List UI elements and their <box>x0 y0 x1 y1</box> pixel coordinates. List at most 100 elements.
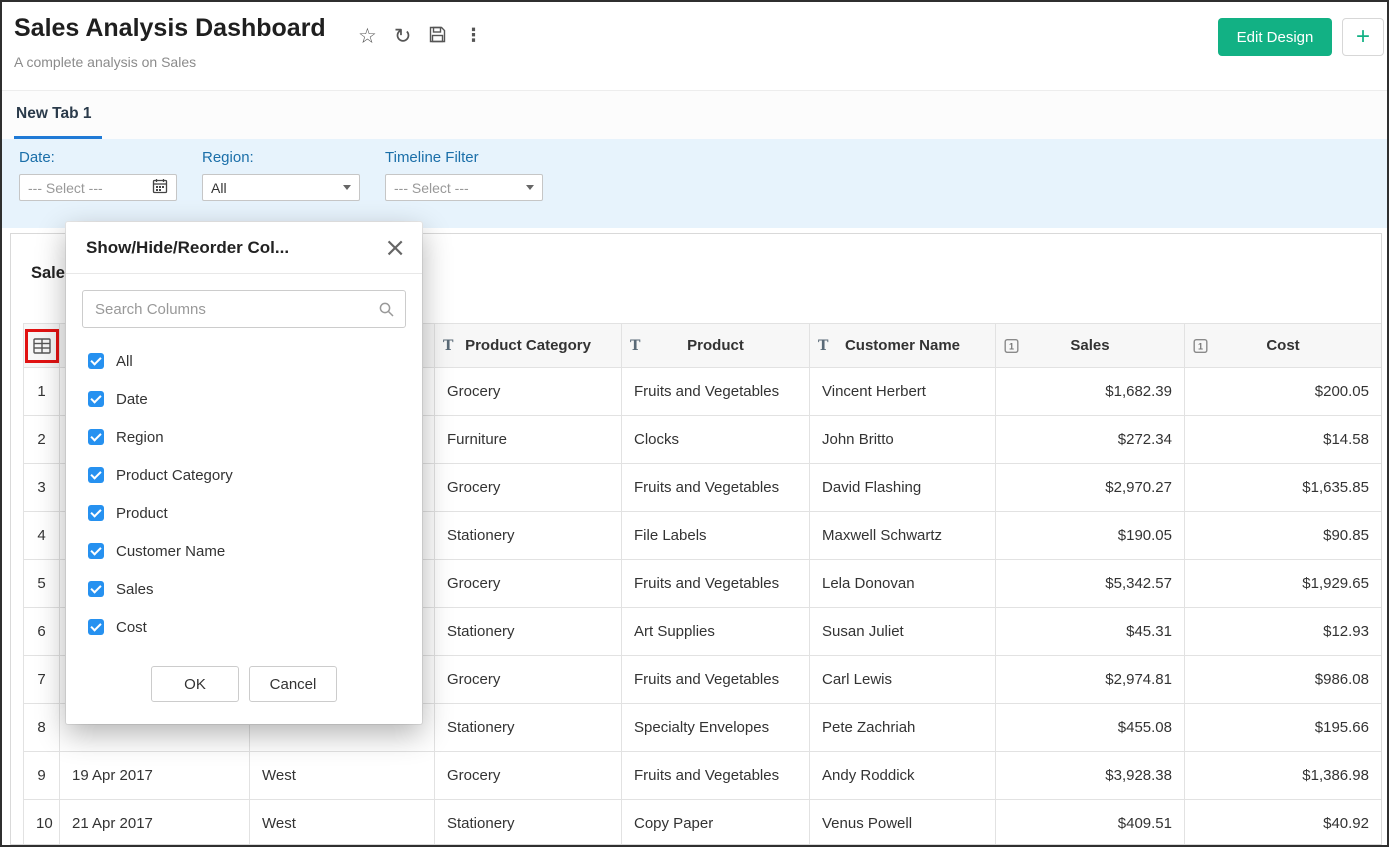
cancel-button[interactable]: Cancel <box>249 666 337 702</box>
sales-cell: $5,342.57 <box>996 560 1185 608</box>
column-chooser-icon[interactable] <box>32 336 52 356</box>
sales-cell: $2,970.27 <box>996 464 1185 512</box>
checkbox-checked-icon[interactable] <box>88 391 104 407</box>
checkbox-checked-icon[interactable] <box>88 429 104 445</box>
row-number-header <box>24 324 60 368</box>
column-option[interactable]: Sales <box>82 570 406 608</box>
customer-name-cell: Carl Lewis <box>810 656 996 704</box>
column-option-label: Product Category <box>116 467 233 484</box>
text-type-icon: T <box>818 338 828 354</box>
product-cell: Fruits and Vegetables <box>622 464 810 512</box>
column-header-cost[interactable]: 1 Cost <box>1185 324 1382 368</box>
cost-cell: $12.93 <box>1185 608 1382 656</box>
cost-cell: $200.05 <box>1185 368 1382 416</box>
date-filter-label: Date: <box>19 149 177 166</box>
sales-cell: $1,682.39 <box>996 368 1185 416</box>
product-category-cell: Grocery <box>435 656 622 704</box>
sales-cell: $409.51 <box>996 800 1185 846</box>
calendar-icon[interactable] <box>152 178 168 197</box>
row-number-cell: 8 <box>24 704 60 752</box>
row-number-cell: 6 <box>24 608 60 656</box>
region-filter-select[interactable]: All <box>202 174 360 201</box>
dialog-header: Show/Hide/Reorder Col... × <box>66 222 422 274</box>
close-icon[interactable]: × <box>384 235 406 261</box>
number-type-icon: 1 <box>1193 338 1208 353</box>
column-header-customer-name[interactable]: T Customer Name <box>810 324 996 368</box>
column-header-sales[interactable]: 1 Sales <box>996 324 1185 368</box>
column-option[interactable]: Product Category <box>82 456 406 494</box>
product-category-cell: Stationery <box>435 800 622 846</box>
checkbox-checked-icon[interactable] <box>88 543 104 559</box>
table-row[interactable]: 10 21 Apr 2017 West Stationery Copy Pape… <box>24 800 1382 846</box>
customer-name-cell: Andy Roddick <box>810 752 996 800</box>
star-icon[interactable]: ☆ <box>358 26 377 47</box>
customer-name-cell: Pete Zachriah <box>810 704 996 752</box>
checkbox-checked-icon[interactable] <box>88 353 104 369</box>
column-option[interactable]: Product <box>82 494 406 532</box>
column-header-product[interactable]: T Product <box>622 324 810 368</box>
header-toolbar: ☆ ↻ ⋮ <box>358 20 482 52</box>
customer-name-cell: Maxwell Schwartz <box>810 512 996 560</box>
timeline-filter-group: Timeline Filter --- Select --- <box>385 149 543 201</box>
region-filter-group: Region: All <box>202 149 360 201</box>
svg-text:1: 1 <box>1009 341 1014 351</box>
search-columns-input[interactable] <box>83 291 405 327</box>
product-cell: File Labels <box>622 512 810 560</box>
product-cell: Fruits and Vegetables <box>622 656 810 704</box>
column-option-label: Product <box>116 505 168 522</box>
checkbox-checked-icon[interactable] <box>88 581 104 597</box>
column-option[interactable]: Customer Name <box>82 532 406 570</box>
product-category-cell: Stationery <box>435 608 622 656</box>
column-option-label: Cost <box>116 619 147 636</box>
checkbox-checked-icon[interactable] <box>88 619 104 635</box>
sales-cell: $45.31 <box>996 608 1185 656</box>
sales-cell: $455.08 <box>996 704 1185 752</box>
table-row[interactable]: 9 19 Apr 2017 West Grocery Fruits and Ve… <box>24 752 1382 800</box>
column-option[interactable]: Region <box>82 418 406 456</box>
sales-cell: $2,974.81 <box>996 656 1185 704</box>
product-category-cell: Stationery <box>435 704 622 752</box>
column-header-label: Product <box>687 337 744 354</box>
add-button[interactable]: + <box>1342 18 1384 56</box>
timeline-filter-value: --- Select --- <box>394 180 469 196</box>
date-filter-select[interactable]: --- Select --- <box>19 174 177 201</box>
customer-name-cell: Lela Donovan <box>810 560 996 608</box>
column-option[interactable]: Date <box>82 380 406 418</box>
column-option[interactable]: All <box>82 342 406 380</box>
product-category-cell: Grocery <box>435 368 622 416</box>
show-hide-reorder-dialog: Show/Hide/Reorder Col... × All Date Regi… <box>66 222 422 724</box>
edit-design-button[interactable]: Edit Design <box>1218 18 1332 56</box>
column-header-product-category[interactable]: T Product Category <box>435 324 622 368</box>
row-number-cell: 5 <box>24 560 60 608</box>
checkbox-checked-icon[interactable] <box>88 467 104 483</box>
tab-new-tab-1[interactable]: New Tab 1 <box>14 91 102 139</box>
date-filter-group: Date: --- Select --- <box>19 149 177 201</box>
save-icon[interactable] <box>428 25 447 48</box>
checkbox-checked-icon[interactable] <box>88 505 104 521</box>
column-option[interactable]: Cost <box>82 608 406 646</box>
ok-button[interactable]: OK <box>151 666 239 702</box>
product-category-cell: Stationery <box>435 512 622 560</box>
column-options-list: All Date Region Product Category Product… <box>82 342 406 646</box>
kebab-menu-icon[interactable]: ⋮ <box>464 27 482 45</box>
product-category-cell: Furniture <box>435 416 622 464</box>
app-header: Sales Analysis Dashboard A complete anal… <box>2 2 1387 90</box>
product-cell: Clocks <box>622 416 810 464</box>
app-window: Sales Analysis Dashboard A complete anal… <box>0 0 1389 847</box>
cost-cell: $986.08 <box>1185 656 1382 704</box>
column-header-label: Customer Name <box>845 337 960 354</box>
timeline-filter-select[interactable]: --- Select --- <box>385 174 543 201</box>
refresh-icon[interactable]: ↻ <box>394 26 412 47</box>
cost-cell: $40.92 <box>1185 800 1382 846</box>
row-number-cell: 4 <box>24 512 60 560</box>
region-cell: West <box>250 800 435 846</box>
timeline-filter-label: Timeline Filter <box>385 149 543 166</box>
customer-name-cell: Venus Powell <box>810 800 996 846</box>
dialog-title: Show/Hide/Reorder Col... <box>86 238 289 258</box>
row-number-cell: 2 <box>24 416 60 464</box>
product-cell: Fruits and Vegetables <box>622 560 810 608</box>
region-filter-value: All <box>211 180 227 196</box>
sales-cell: $190.05 <box>996 512 1185 560</box>
region-filter-label: Region: <box>202 149 360 166</box>
filter-bar: Date: --- Select --- <box>2 139 1387 228</box>
